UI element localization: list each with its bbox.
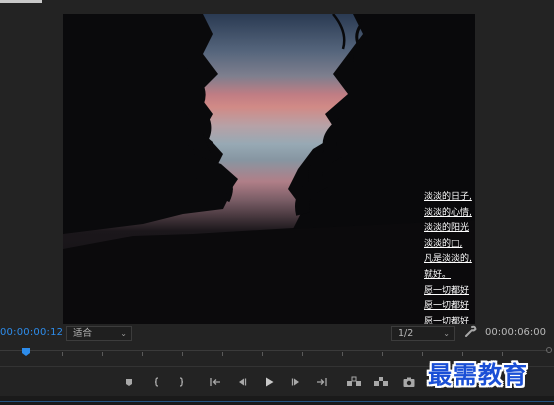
marker-icon xyxy=(126,379,132,386)
subtitle-line: 愿一切都好 xyxy=(424,285,470,296)
play-icon xyxy=(266,377,274,387)
export-frame-button[interactable] xyxy=(401,374,417,390)
chevron-down-icon: ⌄ xyxy=(443,329,450,338)
video-scene xyxy=(63,14,475,324)
extract-icon xyxy=(374,377,388,386)
go-to-out-icon xyxy=(317,378,327,386)
ruler-line xyxy=(0,350,548,351)
ruler-tick xyxy=(502,352,503,356)
ruler-tick xyxy=(302,352,303,356)
go-to-out-button[interactable] xyxy=(314,374,330,390)
panel-tab-indicator xyxy=(0,0,42,3)
ruler-tick xyxy=(262,352,263,356)
subtitle-line: 淡淡的心情, xyxy=(424,207,472,218)
subtitle-line: 凡是淡淡的, xyxy=(424,254,472,265)
fit-zoom-label: 适合 xyxy=(73,328,93,339)
ruler-tick xyxy=(342,352,343,356)
ruler-tick xyxy=(222,352,223,356)
subtitle-line: 淡淡的□, xyxy=(424,238,463,249)
ruler-tick xyxy=(382,352,383,356)
watermark-logo: 最需教育 xyxy=(428,361,528,389)
subtitle-line: 愿一切都好 xyxy=(424,301,470,312)
wrench-settings-icon[interactable] xyxy=(463,325,477,339)
step-forward-icon xyxy=(291,378,299,386)
subtitle-overlay: 淡淡的日子, 淡淡的心情, 淡淡的阳光 淡淡的□, 凡是淡淡的, 就好。 愿一切… xyxy=(424,190,484,324)
ruler-tick xyxy=(182,352,183,356)
step-back-icon xyxy=(239,378,247,386)
playhead-marker[interactable] xyxy=(22,348,30,356)
lift-button[interactable] xyxy=(346,374,362,390)
playback-resolution-label: 1/2 xyxy=(398,328,414,339)
panel-bottom-line xyxy=(0,401,554,402)
camera-icon xyxy=(403,377,415,387)
add-marker-button[interactable] xyxy=(121,374,137,390)
ruler-tick xyxy=(462,352,463,356)
go-to-in-button[interactable] xyxy=(207,374,223,390)
monitor-control-row: 00:00:00:12 适合 ⌄ 1/2 ⌄ 00:00:06:00 xyxy=(0,325,554,343)
step-back-button[interactable] xyxy=(234,374,250,390)
mark-in-button[interactable] xyxy=(149,374,165,390)
go-to-in-icon xyxy=(210,378,220,386)
mark-in-icon xyxy=(154,377,159,387)
subtitle-line: 淡淡的阳光 xyxy=(424,223,470,234)
playback-resolution-select[interactable]: 1/2 ⌄ xyxy=(391,326,455,341)
duration-timecode: 00:00:06:00 xyxy=(485,327,547,338)
current-timecode[interactable]: 00:00:00:12 xyxy=(0,327,63,338)
program-monitor-video[interactable] xyxy=(63,14,475,324)
step-forward-button[interactable] xyxy=(288,374,304,390)
play-button[interactable] xyxy=(261,374,277,390)
fit-zoom-select[interactable]: 适合 ⌄ xyxy=(66,326,132,341)
subtitle-line: 就好。 xyxy=(424,269,452,280)
ruler-tick xyxy=(422,352,423,356)
extract-button[interactable] xyxy=(373,374,389,390)
ruler-tick xyxy=(102,352,103,356)
ruler-end-handle[interactable] xyxy=(546,347,552,353)
chevron-down-icon: ⌄ xyxy=(120,329,127,338)
subtitle-line: 愿一切都好 xyxy=(424,316,470,324)
subtitle-line: 淡淡的日子, xyxy=(424,192,472,202)
ruler-tick xyxy=(62,352,63,356)
ruler-tick xyxy=(142,352,143,356)
mark-out-button[interactable] xyxy=(173,374,189,390)
mark-out-icon xyxy=(179,377,184,387)
lift-icon xyxy=(347,376,361,386)
